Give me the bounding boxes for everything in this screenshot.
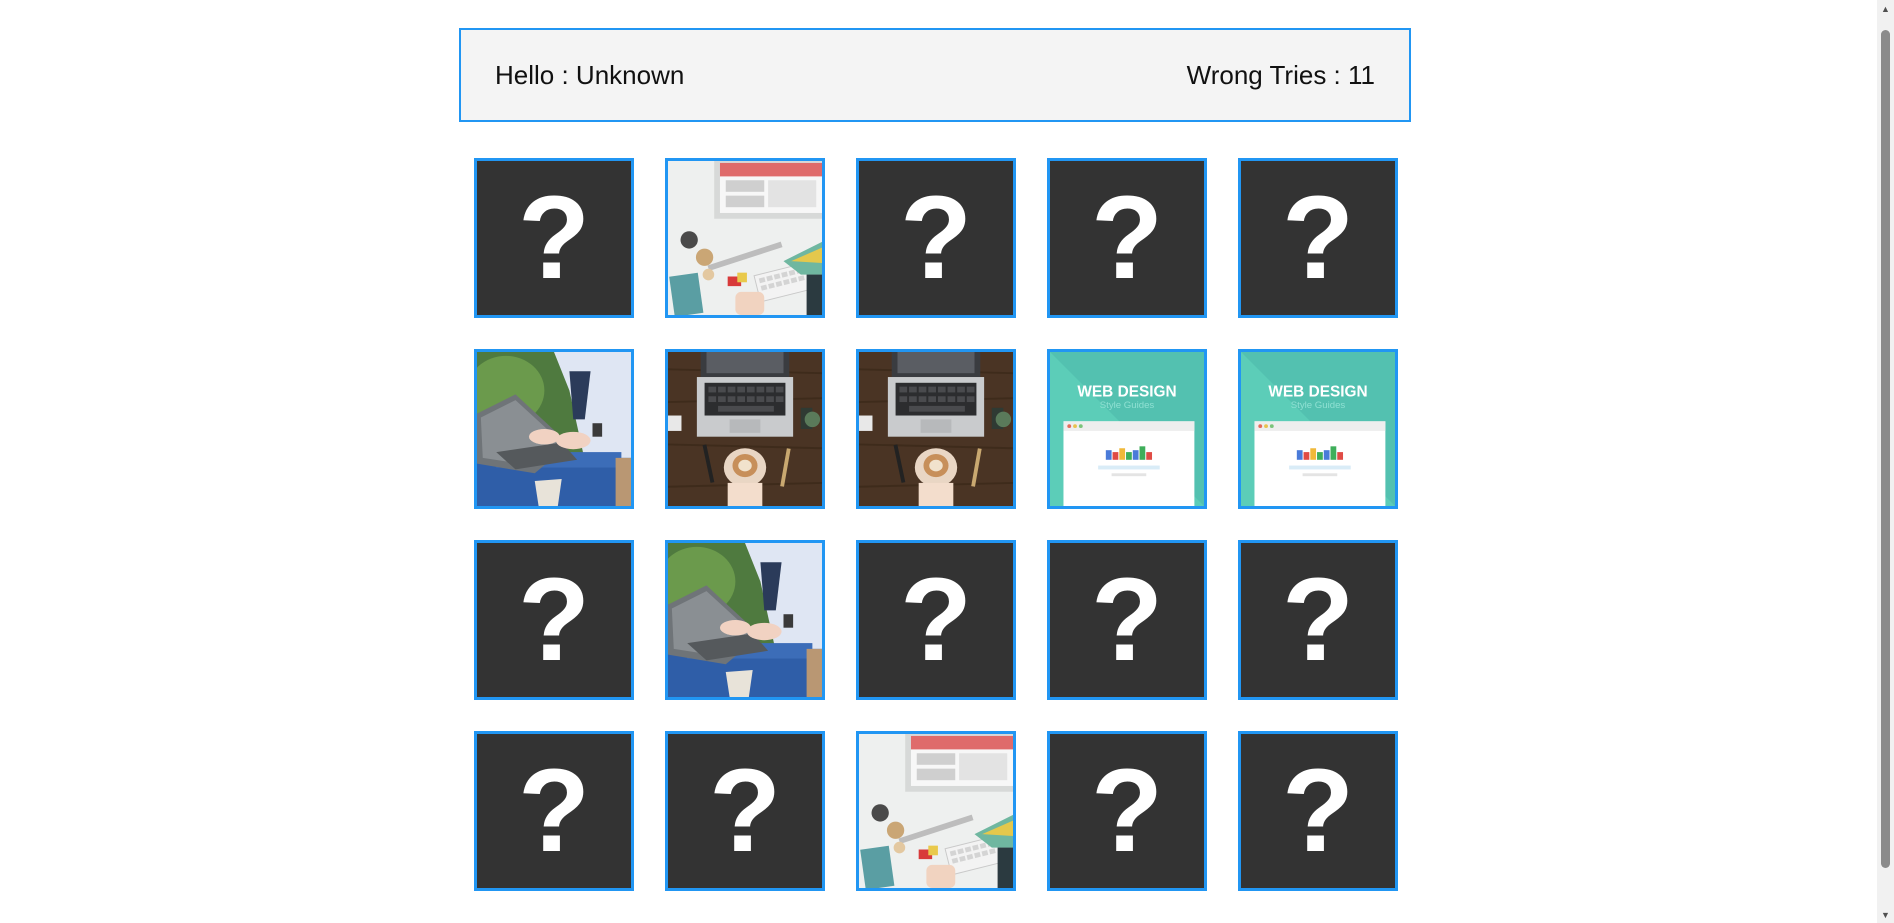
memory-card-face-down[interactable]: ? bbox=[1238, 158, 1398, 318]
scrollbar-thumb[interactable] bbox=[1881, 30, 1890, 868]
memory-card-face-down[interactable]: ? bbox=[856, 158, 1016, 318]
question-mark-icon: ? bbox=[1281, 172, 1355, 304]
question-mark-icon: ? bbox=[899, 554, 973, 686]
memory-card-revealed[interactable] bbox=[665, 158, 825, 318]
memory-card-face-down[interactable]: ? bbox=[474, 731, 634, 891]
memory-card-face-down[interactable]: ? bbox=[474, 540, 634, 700]
memory-card-face-down[interactable]: ? bbox=[1047, 731, 1207, 891]
memory-card-revealed[interactable] bbox=[856, 731, 1016, 891]
memory-card-revealed[interactable] bbox=[474, 349, 634, 509]
question-mark-icon: ? bbox=[708, 745, 782, 877]
question-mark-icon: ? bbox=[1090, 172, 1164, 304]
memory-card-face-down[interactable]: ? bbox=[474, 158, 634, 318]
card-image-subtitle: Style Guides bbox=[1291, 400, 1346, 411]
question-mark-icon: ? bbox=[1281, 745, 1355, 877]
card-image-subtitle: Style Guides bbox=[1100, 400, 1155, 411]
laptop-wood-desk-coffee-image bbox=[668, 352, 822, 506]
woman-typing-laptop-image bbox=[477, 352, 631, 506]
question-mark-icon: ? bbox=[899, 172, 973, 304]
memory-card-face-down[interactable]: ? bbox=[665, 731, 825, 891]
question-mark-icon: ? bbox=[1090, 554, 1164, 686]
memory-card-face-down[interactable]: ? bbox=[856, 540, 1016, 700]
memory-card-revealed[interactable] bbox=[856, 349, 1016, 509]
memory-card-face-down[interactable]: ? bbox=[1047, 158, 1207, 318]
woman-typing-laptop-image bbox=[668, 543, 822, 697]
web-design-style-guides-image: WEB DESIGN Style Guides bbox=[1241, 352, 1395, 506]
memory-card-revealed[interactable] bbox=[665, 540, 825, 700]
memory-card-revealed[interactable]: WEB DESIGN Style Guides bbox=[1047, 349, 1207, 509]
scroll-down-arrow-icon[interactable]: ▼ bbox=[1877, 906, 1894, 923]
card-image-title: WEB DESIGN bbox=[1268, 383, 1367, 400]
desk-monitor-keyboard-image bbox=[668, 161, 822, 315]
memory-card-revealed[interactable]: WEB DESIGN Style Guides bbox=[1238, 349, 1398, 509]
web-design-style-guides-image: WEB DESIGN Style Guides bbox=[1050, 352, 1204, 506]
player-greeting: Hello : Unknown bbox=[495, 59, 685, 90]
wrong-tries-counter: Wrong Tries : 11 bbox=[1186, 59, 1375, 90]
card-image-title: WEB DESIGN bbox=[1077, 383, 1176, 400]
memory-game-page: Hello : Unknown Wrong Tries : 11 ? ? ? ?… bbox=[0, 0, 1894, 923]
memory-card-face-down[interactable]: ? bbox=[1238, 540, 1398, 700]
question-mark-icon: ? bbox=[1090, 745, 1164, 877]
memory-card-face-down[interactable]: ? bbox=[1238, 731, 1398, 891]
memory-card-face-down[interactable]: ? bbox=[1047, 540, 1207, 700]
laptop-wood-desk-coffee-image bbox=[859, 352, 1013, 506]
card-board: ? ??? WEB DESIGN Style Guides WEB DESIGN… bbox=[474, 158, 1398, 891]
question-mark-icon: ? bbox=[517, 554, 591, 686]
vertical-scrollbar[interactable]: ▲ ▼ bbox=[1877, 0, 1894, 923]
memory-card-revealed[interactable] bbox=[665, 349, 825, 509]
scroll-up-arrow-icon[interactable]: ▲ bbox=[1877, 0, 1894, 17]
question-mark-icon: ? bbox=[1281, 554, 1355, 686]
question-mark-icon: ? bbox=[517, 745, 591, 877]
game-info-bar: Hello : Unknown Wrong Tries : 11 bbox=[459, 28, 1411, 122]
question-mark-icon: ? bbox=[517, 172, 591, 304]
desk-monitor-keyboard-image bbox=[859, 734, 1013, 888]
